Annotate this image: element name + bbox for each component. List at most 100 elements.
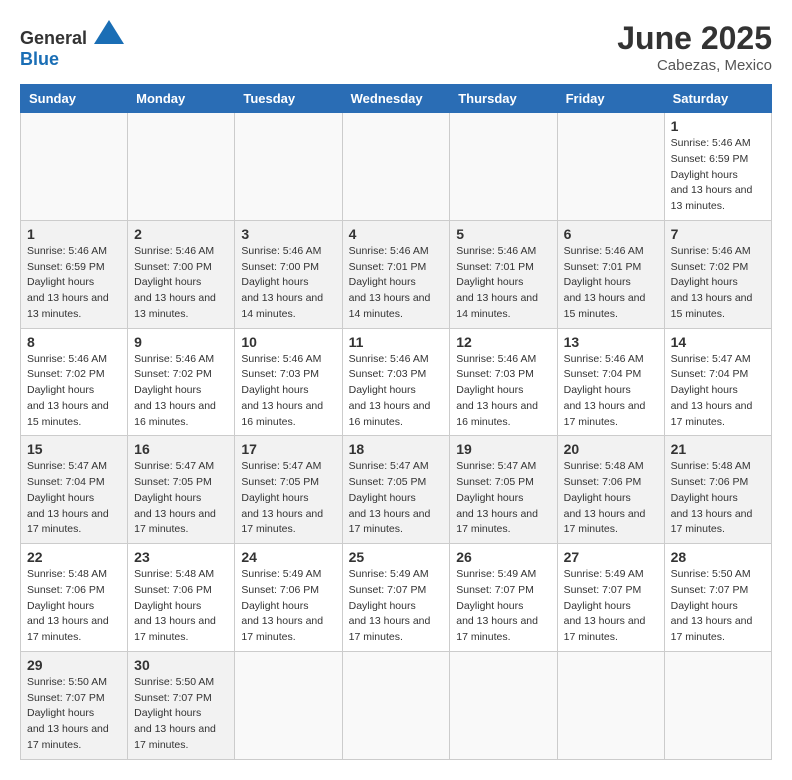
calendar-cell: 25 Sunrise: 5:49 AM Sunset: 7:07 PM Dayl… <box>342 544 450 652</box>
day-number: 28 <box>671 549 765 565</box>
day-number: 19 <box>456 441 550 457</box>
day-number: 22 <box>27 549 121 565</box>
day-info: Sunrise: 5:47 AM Sunset: 7:04 PM Dayligh… <box>671 352 765 431</box>
day-info: Sunrise: 5:46 AM Sunset: 7:00 PM Dayligh… <box>241 244 335 323</box>
day-number: 9 <box>134 334 228 350</box>
day-number: 30 <box>134 657 228 673</box>
calendar-cell: 3 Sunrise: 5:46 AM Sunset: 7:00 PM Dayli… <box>235 220 342 328</box>
day-info: Sunrise: 5:47 AM Sunset: 7:05 PM Dayligh… <box>456 459 550 538</box>
calendar-cell: 2 Sunrise: 5:46 AM Sunset: 7:00 PM Dayli… <box>128 220 235 328</box>
calendar-cell: 29 Sunrise: 5:50 AM Sunset: 7:07 PM Dayl… <box>21 651 128 759</box>
calendar-cell <box>342 113 450 221</box>
calendar-cell: 13 Sunrise: 5:46 AM Sunset: 7:04 PM Dayl… <box>557 328 664 436</box>
day-number: 3 <box>241 226 335 242</box>
calendar-cell: 4 Sunrise: 5:46 AM Sunset: 7:01 PM Dayli… <box>342 220 450 328</box>
day-info: Sunrise: 5:46 AM Sunset: 7:04 PM Dayligh… <box>564 352 658 431</box>
calendar-cell <box>128 113 235 221</box>
day-info: Sunrise: 5:46 AM Sunset: 6:59 PM Dayligh… <box>27 244 121 323</box>
day-info: Sunrise: 5:46 AM Sunset: 7:01 PM Dayligh… <box>456 244 550 323</box>
day-number: 26 <box>456 549 550 565</box>
calendar-cell: 12 Sunrise: 5:46 AM Sunset: 7:03 PM Dayl… <box>450 328 557 436</box>
calendar-cell: 9 Sunrise: 5:46 AM Sunset: 7:02 PM Dayli… <box>128 328 235 436</box>
day-number: 18 <box>349 441 444 457</box>
title-block: June 2025 Cabezas, Mexico <box>617 20 772 74</box>
day-number: 11 <box>349 334 444 350</box>
calendar-cell: 21 Sunrise: 5:48 AM Sunset: 7:06 PM Dayl… <box>664 436 771 544</box>
weekday-header-row: Sunday Monday Tuesday Wednesday Thursday… <box>21 85 772 113</box>
page-header: General Blue June 2025 Cabezas, Mexico <box>20 20 772 74</box>
header-saturday: Saturday <box>664 85 771 113</box>
day-info: Sunrise: 5:47 AM Sunset: 7:05 PM Dayligh… <box>349 459 444 538</box>
day-info: Sunrise: 5:47 AM Sunset: 7:04 PM Dayligh… <box>27 459 121 538</box>
calendar-table: Sunday Monday Tuesday Wednesday Thursday… <box>20 84 772 760</box>
day-number: 27 <box>564 549 658 565</box>
day-number: 29 <box>27 657 121 673</box>
day-info: Sunrise: 5:47 AM Sunset: 7:05 PM Dayligh… <box>134 459 228 538</box>
calendar-cell: 19 Sunrise: 5:47 AM Sunset: 7:05 PM Dayl… <box>450 436 557 544</box>
location-subtitle: Cabezas, Mexico <box>617 57 772 74</box>
calendar-cell: 30 Sunrise: 5:50 AM Sunset: 7:07 PM Dayl… <box>128 651 235 759</box>
day-info: Sunrise: 5:46 AM Sunset: 7:01 PM Dayligh… <box>564 244 658 323</box>
calendar-week-row: 1 Sunrise: 5:46 AM Sunset: 6:59 PM Dayli… <box>21 220 772 328</box>
day-number: 24 <box>241 549 335 565</box>
header-monday: Monday <box>128 85 235 113</box>
day-info: Sunrise: 5:46 AM Sunset: 7:03 PM Dayligh… <box>241 352 335 431</box>
header-tuesday: Tuesday <box>235 85 342 113</box>
day-info: Sunrise: 5:48 AM Sunset: 7:06 PM Dayligh… <box>564 459 658 538</box>
calendar-week-row: 29 Sunrise: 5:50 AM Sunset: 7:07 PM Dayl… <box>21 651 772 759</box>
calendar-cell: 1 Sunrise: 5:46 AM Sunset: 6:59 PM Dayli… <box>664 113 771 221</box>
calendar-cell <box>235 113 342 221</box>
calendar-cell <box>235 651 342 759</box>
calendar-cell: 7 Sunrise: 5:46 AM Sunset: 7:02 PM Dayli… <box>664 220 771 328</box>
day-info: Sunrise: 5:48 AM Sunset: 7:06 PM Dayligh… <box>134 567 228 646</box>
day-info: Sunrise: 5:46 AM Sunset: 7:02 PM Dayligh… <box>27 352 121 431</box>
day-number: 13 <box>564 334 658 350</box>
day-number: 20 <box>564 441 658 457</box>
calendar-cell: 16 Sunrise: 5:47 AM Sunset: 7:05 PM Dayl… <box>128 436 235 544</box>
calendar-cell <box>557 651 664 759</box>
day-info: Sunrise: 5:46 AM Sunset: 7:03 PM Dayligh… <box>456 352 550 431</box>
calendar-cell: 8 Sunrise: 5:46 AM Sunset: 7:02 PM Dayli… <box>21 328 128 436</box>
day-info: Sunrise: 5:50 AM Sunset: 7:07 PM Dayligh… <box>671 567 765 646</box>
calendar-cell <box>450 113 557 221</box>
calendar-cell: 1 Sunrise: 5:46 AM Sunset: 6:59 PM Dayli… <box>21 220 128 328</box>
calendar-cell: 10 Sunrise: 5:46 AM Sunset: 7:03 PM Dayl… <box>235 328 342 436</box>
day-info: Sunrise: 5:46 AM Sunset: 7:01 PM Dayligh… <box>349 244 444 323</box>
calendar-week-row: 15 Sunrise: 5:47 AM Sunset: 7:04 PM Dayl… <box>21 436 772 544</box>
month-year-title: June 2025 <box>617 20 772 57</box>
day-number: 14 <box>671 334 765 350</box>
calendar-cell: 6 Sunrise: 5:46 AM Sunset: 7:01 PM Dayli… <box>557 220 664 328</box>
day-number: 12 <box>456 334 550 350</box>
day-info: Sunrise: 5:49 AM Sunset: 7:06 PM Dayligh… <box>241 567 335 646</box>
day-number: 1 <box>671 118 765 134</box>
day-info: Sunrise: 5:50 AM Sunset: 7:07 PM Dayligh… <box>27 675 121 754</box>
calendar-cell: 15 Sunrise: 5:47 AM Sunset: 7:04 PM Dayl… <box>21 436 128 544</box>
header-sunday: Sunday <box>21 85 128 113</box>
logo-blue-text: Blue <box>20 49 59 69</box>
calendar-cell: 22 Sunrise: 5:48 AM Sunset: 7:06 PM Dayl… <box>21 544 128 652</box>
calendar-cell: 11 Sunrise: 5:46 AM Sunset: 7:03 PM Dayl… <box>342 328 450 436</box>
day-number: 6 <box>564 226 658 242</box>
calendar-cell: 28 Sunrise: 5:50 AM Sunset: 7:07 PM Dayl… <box>664 544 771 652</box>
header-thursday: Thursday <box>450 85 557 113</box>
header-wednesday: Wednesday <box>342 85 450 113</box>
day-info: Sunrise: 5:49 AM Sunset: 7:07 PM Dayligh… <box>564 567 658 646</box>
calendar-week-row: 1 Sunrise: 5:46 AM Sunset: 6:59 PM Dayli… <box>21 113 772 221</box>
logo-general-text: General <box>20 28 87 48</box>
calendar-cell <box>664 651 771 759</box>
day-number: 16 <box>134 441 228 457</box>
logo-icon <box>94 20 124 44</box>
calendar-cell: 26 Sunrise: 5:49 AM Sunset: 7:07 PM Dayl… <box>450 544 557 652</box>
day-number: 10 <box>241 334 335 350</box>
day-info: Sunrise: 5:46 AM Sunset: 7:02 PM Dayligh… <box>671 244 765 323</box>
day-number: 7 <box>671 226 765 242</box>
calendar-cell: 20 Sunrise: 5:48 AM Sunset: 7:06 PM Dayl… <box>557 436 664 544</box>
day-number: 15 <box>27 441 121 457</box>
day-number: 4 <box>349 226 444 242</box>
day-info: Sunrise: 5:46 AM Sunset: 6:59 PM Dayligh… <box>671 136 765 215</box>
day-number: 25 <box>349 549 444 565</box>
logo: General Blue <box>20 20 124 70</box>
calendar-cell: 27 Sunrise: 5:49 AM Sunset: 7:07 PM Dayl… <box>557 544 664 652</box>
day-number: 17 <box>241 441 335 457</box>
calendar-cell <box>450 651 557 759</box>
